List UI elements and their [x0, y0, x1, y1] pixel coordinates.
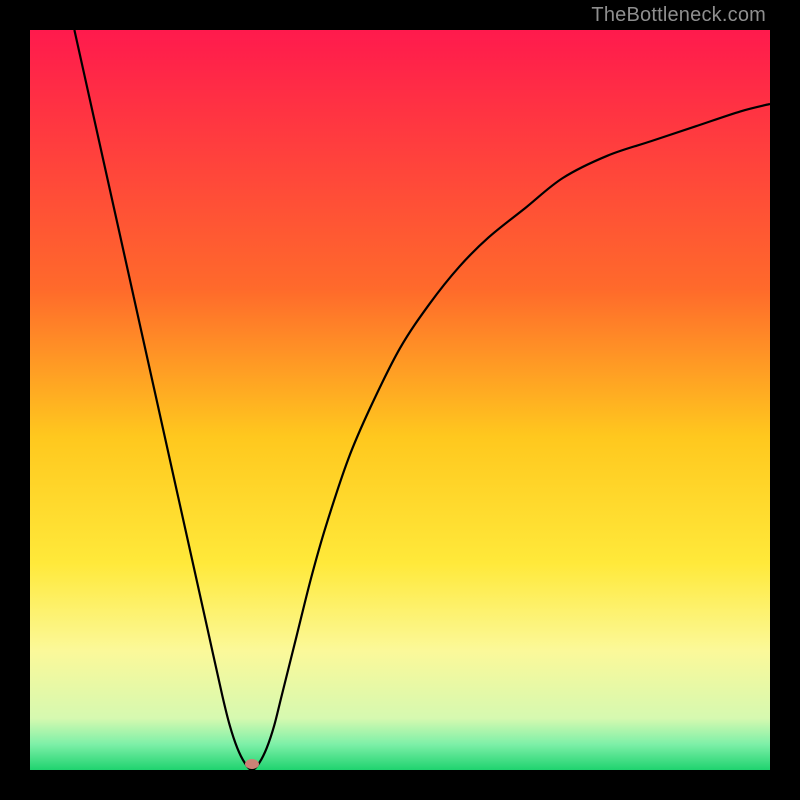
- plot-area: [30, 30, 770, 770]
- minimum-marker: [245, 759, 259, 769]
- curve-layer: [30, 30, 770, 770]
- bottleneck-curve: [74, 30, 770, 770]
- chart-frame: TheBottleneck.com: [0, 0, 800, 800]
- watermark-text: TheBottleneck.com: [591, 4, 766, 27]
